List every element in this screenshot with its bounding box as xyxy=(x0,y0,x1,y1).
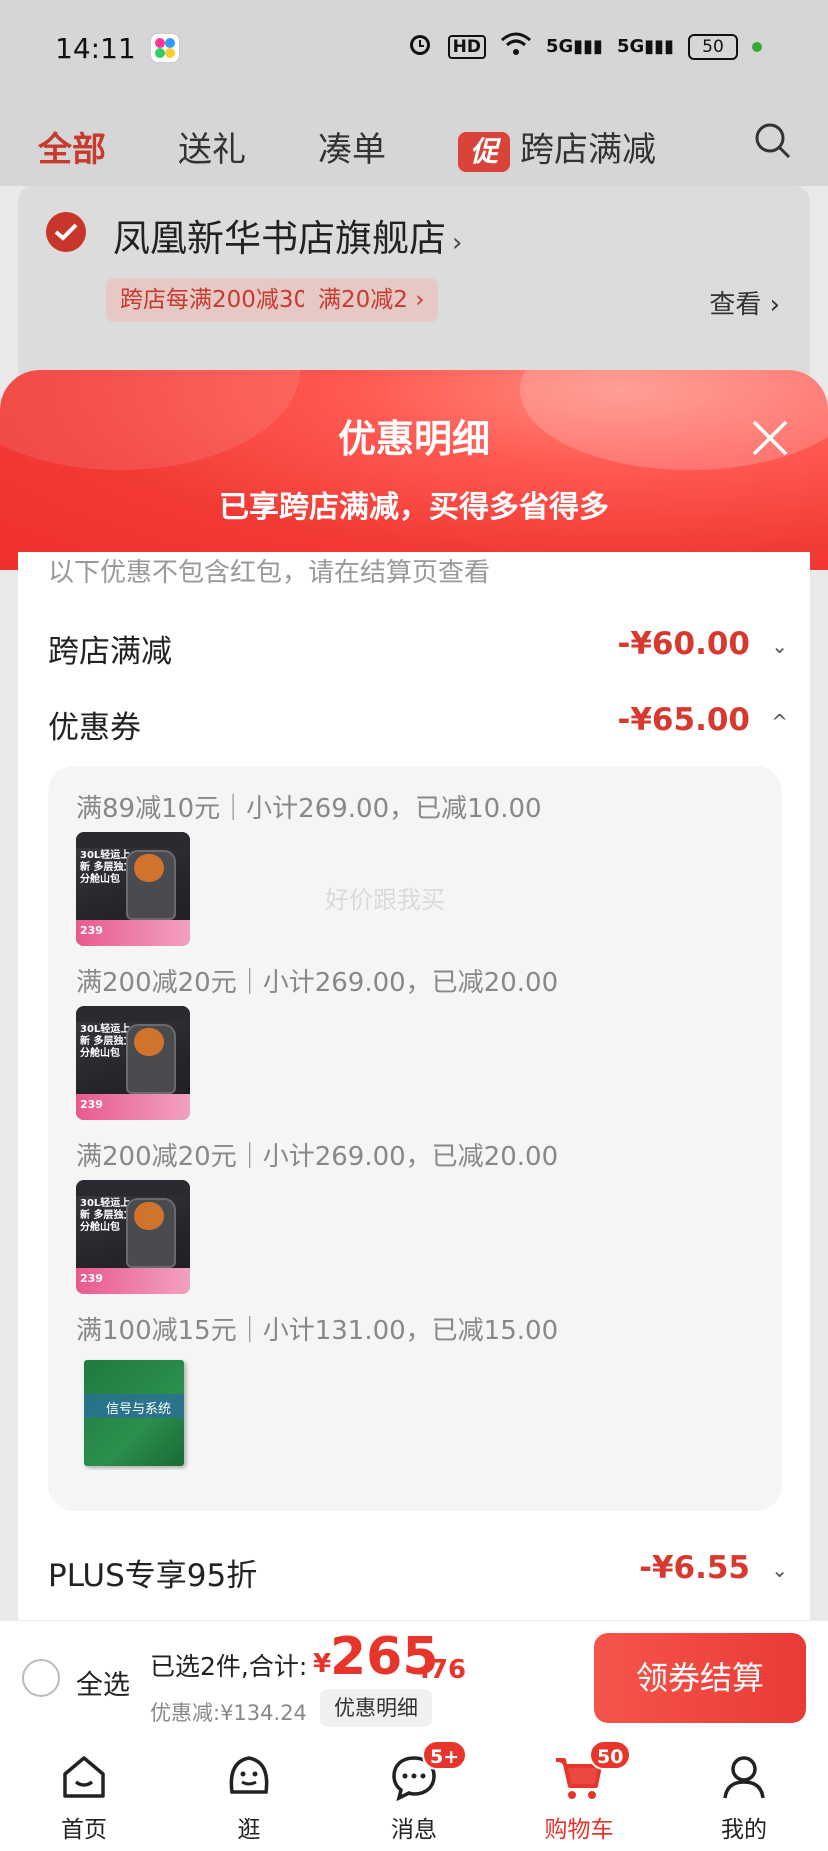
row-amount: -¥6.55 xyxy=(639,1550,750,1586)
product-thumbnail[interactable]: 30L轻运上新 多层独立分舱山包 239 xyxy=(76,1006,190,1120)
coupon-row[interactable]: 优惠券 -¥65.00 ^ xyxy=(48,694,788,754)
discount-total: 优惠减:¥134.24 xyxy=(150,1701,307,1725)
tab-label: 首页 xyxy=(61,1817,107,1843)
store-name[interactable]: 凤凰新华书店旗舰店 › xyxy=(113,208,462,262)
network-label-2: 5G xyxy=(616,36,645,57)
thumb-price: 239 xyxy=(80,1098,103,1111)
message-badge: 5+ xyxy=(422,1740,468,1770)
product-thumbnail[interactable]: 30L轻运上新 多层独立分舱山包 239 xyxy=(76,1180,190,1294)
signal-icon-1: 5G▮▮▮ xyxy=(545,36,603,57)
coupon-line: 满200减20元｜小计269.00，已减20.00 xyxy=(76,968,559,998)
row-label: 跨店满减 xyxy=(48,634,172,670)
select-all-label[interactable]: 全选 xyxy=(76,1663,130,1702)
tab-cart[interactable]: 50 购物车 xyxy=(519,1738,639,1851)
discount-detail-button[interactable]: 优惠明细 xyxy=(320,1689,432,1727)
battery-icon: 50 xyxy=(688,33,738,60)
row-amount: -¥65.00 xyxy=(617,702,751,738)
view-link[interactable]: 查看 › xyxy=(709,284,780,321)
selected-summary: 已选2件,合计: xyxy=(150,1652,308,1681)
bottom-tab-bar: 首页 逛 5+ 消息 50 购物车 我的 xyxy=(0,1738,828,1851)
product-thumbnail[interactable]: 30L轻运上新 多层独立分舱山包 239 xyxy=(76,832,190,946)
app-notification-icon xyxy=(150,33,180,63)
tab-home[interactable]: 首页 xyxy=(24,1738,144,1851)
chevron-up-icon: ^ xyxy=(771,710,788,734)
promo-badge: 促 xyxy=(458,131,510,172)
tab-cross-store-label: 跨店满减 xyxy=(520,130,656,170)
total-currency: ¥ xyxy=(313,1649,332,1679)
discount-detail-modal-header: 优惠明细 已享跨店满减，买得多省得多 xyxy=(0,370,828,570)
signal-icon-2: 5G▮▮▮ xyxy=(616,36,674,57)
row-amount: -¥60.00 xyxy=(617,626,751,662)
wifi-icon xyxy=(500,31,532,62)
chevron-right-icon: › xyxy=(452,228,463,258)
checkout-bar: 全选 已选2件,合计: ¥ 265 .76 优惠减:¥134.24 优惠明细 领… xyxy=(0,1620,828,1738)
coupon-line: 满89减10元｜小计269.00，已减10.00 xyxy=(76,794,542,824)
tab-bundle[interactable]: 凑单 xyxy=(318,122,386,171)
cross-store-discount-row[interactable]: 跨店满减 -¥60.00 ⌄ xyxy=(48,618,788,678)
tab-label: 我的 xyxy=(721,1817,767,1843)
tab-browse[interactable]: 逛 xyxy=(189,1738,309,1851)
coupon-detail-box: 满89减10元｜小计269.00，已减10.00 30L轻运上新 多层独立分舱山… xyxy=(48,766,782,1511)
thumb-title: 信号与系统 xyxy=(106,1402,172,1417)
thumb-price: 239 xyxy=(80,1272,103,1285)
status-bar: 14:11 HD 5G▮▮▮ 5G▮▮▮ 50 xyxy=(0,0,828,96)
plus-discount-row[interactable]: PLUS专享95折 -¥6.55 ⌄ xyxy=(48,1542,788,1602)
cart-badge: 50 xyxy=(589,1740,632,1770)
product-thumbnail[interactable]: 信号与系统 xyxy=(76,1356,190,1470)
discount-detail-sheet: 以下优惠不包含红包，请在结算页查看 跨店满减 -¥60.00 ⌄ 优惠券 -¥6… xyxy=(18,552,810,1622)
store-name-text: 凤凰新华书店旗舰店 xyxy=(113,217,446,260)
checkout-button[interactable]: 领券结算 xyxy=(594,1633,806,1723)
tab-label: 消息 xyxy=(391,1817,437,1843)
total-decimal: .76 xyxy=(420,1655,467,1685)
store-promo-chip-2[interactable]: 满20减2 › xyxy=(304,278,439,322)
status-time: 14:11 xyxy=(55,32,136,65)
search-icon[interactable] xyxy=(754,122,792,160)
tab-messages[interactable]: 5+ 消息 xyxy=(354,1738,474,1851)
cart-filter-tabs: 全部 送礼 凑单 促跨店满减 xyxy=(0,96,828,186)
hd-icon: HD xyxy=(447,34,486,59)
browse-icon xyxy=(229,1756,269,1794)
charging-dot-icon xyxy=(752,42,762,52)
tab-cross-store-discount[interactable]: 促跨店满减 xyxy=(458,122,656,172)
tab-profile[interactable]: 我的 xyxy=(684,1738,804,1851)
close-icon[interactable] xyxy=(750,418,790,458)
chevron-down-icon: ⌄ xyxy=(771,634,788,658)
thumb-price: 239 xyxy=(80,924,103,937)
tab-label: 逛 xyxy=(237,1817,261,1843)
store-checkbox-checked-icon[interactable] xyxy=(46,212,86,252)
home-icon xyxy=(63,1756,105,1798)
tab-label: 购物车 xyxy=(544,1817,614,1843)
watermark: 好价跟我买 xyxy=(325,886,445,914)
coupon-line: 满200减20元｜小计269.00，已减20.00 xyxy=(76,1142,559,1172)
store-card: 凤凰新华书店旗舰店 › 跨店每满200减30 › 满20减2 › 查看 › xyxy=(18,186,810,386)
tab-all[interactable]: 全部 xyxy=(38,122,106,171)
network-label-1: 5G xyxy=(545,36,574,57)
modal-title: 优惠明细 xyxy=(337,417,490,461)
alarm-icon xyxy=(406,30,434,63)
modal-subtitle: 已享跨店满减，买得多省得多 xyxy=(219,490,609,525)
coupon-line: 满100减15元｜小计131.00，已减15.00 xyxy=(76,1316,559,1346)
row-label: PLUS专享95折 xyxy=(48,1558,258,1594)
tab-gift[interactable]: 送礼 xyxy=(178,122,246,171)
select-all-checkbox[interactable] xyxy=(22,1659,60,1697)
profile-icon xyxy=(723,1756,765,1799)
chevron-down-icon: ⌄ xyxy=(771,1558,788,1582)
row-label: 优惠券 xyxy=(48,710,141,746)
discount-note: 以下优惠不包含红包，请在结算页查看 xyxy=(48,558,491,588)
